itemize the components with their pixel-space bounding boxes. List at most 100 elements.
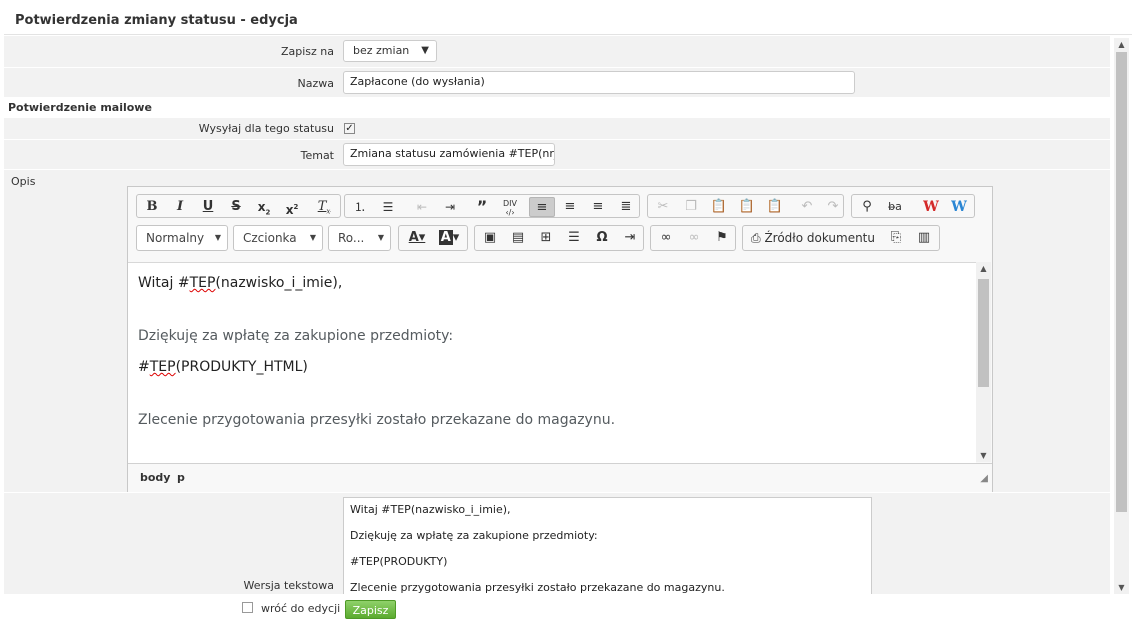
text-version-textarea[interactable]: Witaj #TEP(nazwisko_i_imie), Dziękuję za… — [343, 497, 872, 594]
redo-icon[interactable]: ↷ — [820, 197, 846, 217]
form-scroll-area: Zapisz na bez zmian ▼ Nazwa Zapłacone (d… — [4, 36, 1110, 594]
align-right-icon[interactable]: ≡ — [585, 197, 611, 217]
numbered-list-icon[interactable]: ⒈ — [347, 197, 373, 217]
back-to-edit-label: wróć do edycji — [261, 602, 341, 615]
subject-label: Temat — [300, 149, 334, 162]
row-save-to: Zapisz na bez zmian ▼ — [4, 36, 1110, 68]
paste-text-icon[interactable]: 📋 — [734, 197, 760, 217]
outdent-icon[interactable]: ⇤ — [409, 197, 435, 217]
name-input[interactable]: Zapłacone (do wysłania) — [343, 71, 855, 94]
source-document-icon: ⎙ — [751, 231, 761, 245]
page-scrollbar[interactable]: ▲ ▼ — [1114, 38, 1129, 594]
save-to-select[interactable]: bez zmian ▼ — [343, 40, 437, 62]
undo-icon[interactable]: ↶ — [794, 197, 820, 217]
save-to-label: Zapisz na — [280, 45, 334, 58]
content-line-thanks: Dziękuję za wpłatę za zakupione przedmio… — [138, 328, 454, 344]
unlink-icon[interactable]: ∞ — [681, 228, 707, 248]
paste-icon[interactable]: 📋 — [706, 197, 732, 217]
send-for-status-label: Wysyłaj dla tego statusu — [198, 122, 334, 135]
dropdown-arrow-icon: ▼ — [421, 45, 429, 56]
scroll-down-icon[interactable]: ▼ — [1114, 583, 1129, 592]
toolbar-group-colors: A▾ A ▾ — [398, 225, 468, 251]
preview-icon[interactable]: ⎘ — [883, 228, 909, 248]
flash-icon[interactable]: ▤ — [505, 228, 531, 248]
editor-content[interactable]: Witaj #TEP(nazwisko_i_imie), Dziękuję za… — [128, 262, 976, 463]
underline-button[interactable]: U — [195, 197, 221, 217]
blockquote-icon[interactable]: ” — [469, 197, 495, 217]
cut-icon[interactable]: ✂ — [650, 197, 676, 217]
editor-toolbar-row-1: B I U S x2 x2 Tx ⒈ ☰ ⇤ ⇥ ” DIV ‹/› ≡ ≡ ≡ … — [136, 194, 984, 220]
strike-button[interactable]: S — [223, 197, 249, 217]
row-name: Nazwa Zapłacone (do wysłania) — [4, 68, 1110, 98]
scroll-down-icon[interactable]: ▼ — [976, 451, 991, 460]
format-combo[interactable]: Normalny ▼ — [136, 225, 228, 251]
templates-icon[interactable]: ▥ — [911, 228, 937, 248]
anchor-flag-icon[interactable]: ⚑ — [709, 228, 735, 248]
text-color-icon[interactable]: A▾ — [401, 228, 433, 248]
save-button[interactable]: Zapisz — [345, 600, 396, 619]
toolbar-group-basic: B I U S x2 x2 Tx — [136, 194, 341, 218]
scroll-up-icon[interactable]: ▲ — [1114, 40, 1129, 49]
size-combo[interactable]: Ro... ▼ — [328, 225, 391, 251]
editor-scrollbar[interactable]: ▲ ▼ — [976, 262, 991, 462]
chevron-down-icon: ▼ — [214, 233, 221, 242]
font-combo[interactable]: Czcionka ▼ — [233, 225, 323, 251]
toolbar-group-clipboard: ✂ ❐ 📋 📋 📋 ↶ ↷ — [647, 194, 844, 218]
send-for-status-checkbox[interactable]: ✓ — [344, 123, 355, 134]
paste-word-icon[interactable]: 📋 — [762, 197, 788, 217]
text-version-line: Dziękuję za wpłatę za zakupione przedmio… — [350, 529, 598, 542]
resize-handle-icon[interactable]: ◢ — [980, 473, 988, 484]
editor-scroll-thumb[interactable] — [978, 279, 989, 387]
content-line-products: #TEP(PRODUKTY_HTML) — [138, 359, 308, 375]
align-center-icon[interactable]: ≡ — [557, 197, 583, 217]
bold-button[interactable]: B — [139, 197, 165, 217]
indent-icon[interactable]: ⇥ — [437, 197, 463, 217]
copy-icon[interactable]: ❐ — [678, 197, 704, 217]
table-icon[interactable]: ⊞ — [533, 228, 559, 248]
chevron-down-icon: ▼ — [377, 233, 384, 242]
paste-from-word-red-icon[interactable]: W — [918, 197, 944, 217]
name-label: Nazwa — [297, 77, 334, 90]
special-char-icon[interactable]: Ω — [589, 228, 615, 248]
toolbar-group-tools: ⚲ b̶a W W — [851, 194, 975, 218]
page-break-icon[interactable]: ⇥ — [617, 228, 643, 248]
link-icon[interactable]: ∞ — [653, 228, 679, 248]
align-left-icon[interactable]: ≡ — [529, 197, 555, 217]
text-version-line: Zlecenie przygotowania przesyłki zostało… — [350, 581, 725, 594]
subscript-button[interactable]: x2 — [251, 197, 277, 217]
toolbar-group-paragraph: ⒈ ☰ ⇤ ⇥ ” DIV ‹/› ≡ ≡ ≡ ≣ — [344, 194, 640, 218]
paste-from-word-blue-icon[interactable]: W — [946, 197, 972, 217]
bulleted-list-icon[interactable]: ☰ — [375, 197, 401, 217]
email-section-title: Potwierdzenie mailowe — [8, 101, 152, 114]
toolbar-group-insert: ▣ ▤ ⊞ ☰ Ω ⇥ — [474, 225, 644, 251]
align-justify-icon[interactable]: ≣ — [613, 197, 639, 217]
text-version-line: #TEP(PRODUKTY) — [350, 555, 448, 568]
path-body[interactable]: body — [140, 471, 170, 484]
create-div-icon[interactable]: DIV ‹/› — [497, 197, 523, 219]
back-to-edit-checkbox[interactable] — [242, 602, 253, 613]
bg-color-icon[interactable]: A ▾ — [433, 228, 465, 248]
rich-text-editor: B I U S x2 x2 Tx ⒈ ☰ ⇤ ⇥ ” DIV ‹/› ≡ ≡ ≡ … — [127, 186, 993, 492]
subject-input[interactable]: Zmiana statusu zamówienia #TEP(nr_zam — [343, 143, 555, 166]
page-scroll-thumb[interactable] — [1116, 52, 1127, 512]
source-button[interactable]: ⎙ Źródło dokumentu — [745, 228, 875, 248]
replace-icon[interactable]: b̶a — [882, 197, 908, 217]
italic-button[interactable]: I — [167, 197, 193, 217]
find-icon[interactable]: ⚲ — [854, 197, 880, 217]
save-to-value: bez zmian — [353, 44, 410, 57]
horizontal-line-icon[interactable]: ☰ — [561, 228, 587, 248]
image-icon[interactable]: ▣ — [477, 228, 503, 248]
toolbar-group-document: ⎙ Źródło dokumentu ⎘ ▥ — [742, 225, 940, 251]
page-title: Potwierdzenia zmiany statusu - edycja — [15, 13, 298, 28]
superscript-button[interactable]: x2 — [279, 197, 305, 217]
row-send-for-status: Wysyłaj dla tego statusu ✓ — [4, 118, 1110, 140]
text-version-label: Wersja tekstowa — [243, 579, 334, 592]
scroll-up-icon[interactable]: ▲ — [976, 264, 991, 273]
size-combo-value: Ro... — [338, 231, 365, 245]
element-path-bar: body p ◢ — [128, 463, 992, 492]
path-p[interactable]: p — [177, 471, 185, 484]
remove-format-button[interactable]: Tx — [311, 197, 337, 217]
page-header: Potwierdzenia zmiany statusu - edycja — [4, 6, 1132, 35]
description-label: Opis — [11, 175, 36, 188]
source-button-label: Źródło dokumentu — [764, 231, 875, 245]
